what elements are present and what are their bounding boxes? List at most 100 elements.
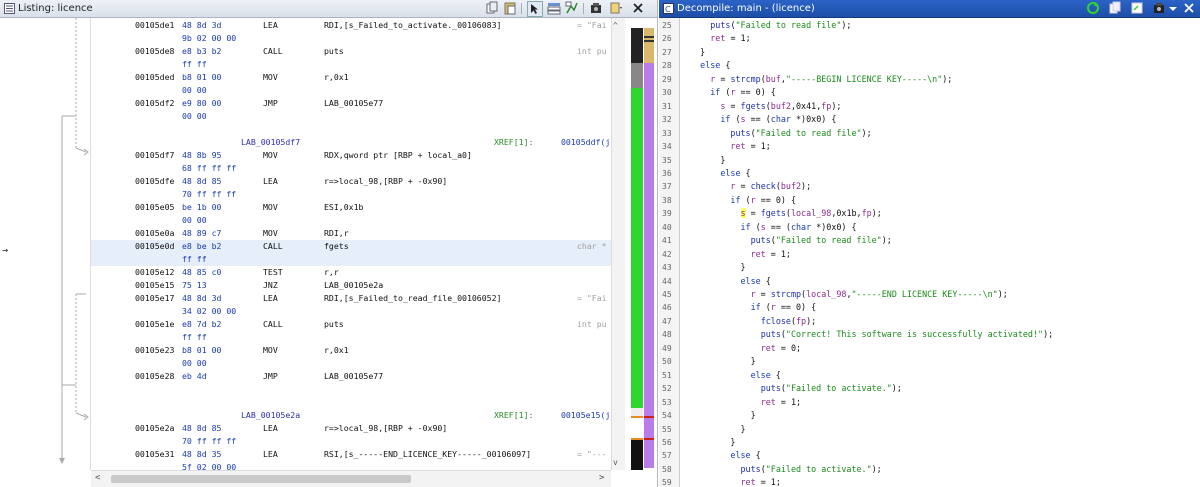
decompile-line[interactable]: r = strcmp(local_98,"-----END LICENCE KE…: [680, 288, 1008, 301]
scroll-up-icon[interactable]: ^: [613, 21, 618, 30]
decompile-line[interactable]: }: [680, 261, 746, 274]
decompile-line[interactable]: puts("Failed to read file");: [680, 234, 892, 247]
decompile-line[interactable]: if (s == (char *)0x0) {: [680, 113, 836, 126]
export-icon[interactable]: [1130, 1, 1144, 15]
listing-row[interactable]: ff ff: [91, 253, 611, 266]
listing-row[interactable]: 00105e1e e8 7d b2 CALL puts int pu: [91, 318, 611, 331]
listing-row[interactable]: 34 02 00 00: [91, 305, 611, 318]
listing-horizontal-scrollbar[interactable]: < >: [91, 470, 611, 487]
decompile-line[interactable]: else {: [680, 275, 771, 288]
decompile-line[interactable]: ret = 1;: [680, 476, 781, 487]
horizontal-scroll-thumb[interactable]: [111, 475, 411, 483]
decompile-line[interactable]: else {: [680, 369, 781, 382]
listing-vertical-scrollbar[interactable]: ^ v: [611, 18, 625, 470]
listing-row[interactable]: 00105e15 75 13 JNZ LAB_00105e2a: [91, 279, 611, 292]
listing-row[interactable]: 00105ded b8 01 00 MOV r,0x1: [91, 71, 611, 84]
decompile-line[interactable]: if (s == (char *)0x0) {: [680, 221, 857, 234]
decompile-code-area[interactable]: puts("Failed to read file"); ret = 1; } …: [680, 18, 1200, 487]
listing-row[interactable]: 00105e05 be 1b 00 MOV ESI,0x1b: [91, 201, 611, 214]
scroll-left-icon[interactable]: <: [95, 473, 100, 483]
decompile-line[interactable]: puts("Failed to activate.");: [680, 463, 882, 476]
decompile-line[interactable]: s = fgets(local_98,0x1b,fp);: [680, 207, 882, 220]
close-icon[interactable]: [631, 1, 645, 15]
instruction-operands: LAB_00105e2a: [324, 280, 384, 290]
diff-icon[interactable]: [547, 1, 561, 15]
decompile-line[interactable]: puts("Failed to read file");: [680, 127, 871, 140]
decompile-line[interactable]: }: [680, 423, 746, 436]
listing-label-row[interactable]: LAB_00105e2a XREF[1]: 00105e15(j: [91, 409, 611, 422]
close-icon[interactable]: [1182, 1, 1196, 15]
decompile-line[interactable]: ret = 1;: [680, 140, 770, 153]
copy-icon[interactable]: [1108, 1, 1122, 15]
listing-row[interactable]: [91, 396, 611, 409]
more-icon[interactable]: [609, 1, 623, 15]
flow-icon[interactable]: [565, 1, 579, 15]
listing-row[interactable]: 70 ff ff ff: [91, 188, 611, 201]
listing-row[interactable]: 00105e23 b8 01 00 MOV r,0x1: [91, 344, 611, 357]
menu-icon[interactable]: [1166, 1, 1180, 15]
decompile-line[interactable]: if (r == 0) {: [680, 86, 776, 99]
cursor-icon[interactable]: [527, 1, 543, 17]
snapshot-icon[interactable]: [1152, 1, 1166, 15]
decompile-line[interactable]: if (r == 0) {: [680, 301, 817, 314]
listing-row[interactable]: 00 00: [91, 84, 611, 97]
listing-row[interactable]: 00105dfe 48 8d 85 LEA r=>local_98,[RBP + -0…: [91, 175, 611, 188]
decompile-line[interactable]: if (r == 0) {: [680, 194, 796, 207]
instruction-address: 00105ded: [135, 72, 175, 82]
decompile-line[interactable]: else {: [680, 167, 750, 180]
listing-row[interactable]: 00105df7 48 8b 95 MOV RDX,qword ptr [RBP + …: [91, 149, 611, 162]
listing-row[interactable]: ff ff: [91, 331, 611, 344]
decompile-line[interactable]: ret = 0;: [680, 342, 801, 355]
decompile-line[interactable]: }: [680, 154, 725, 167]
scroll-down-icon[interactable]: v: [613, 458, 618, 467]
decompile-line[interactable]: r = strcmp(buf,"-----BEGIN LICENCE KEY--…: [680, 73, 952, 86]
listing-row[interactable]: 00105e31 48 8d 35 LEA RSI,[s_-----END_LICEN…: [91, 448, 611, 461]
listing-row[interactable]: 00105e17 48 8d 3d LEA RDI,[s_Failed_to_read…: [91, 292, 611, 305]
decompile-line[interactable]: }: [680, 436, 735, 449]
listing-row[interactable]: 00105de8 e8 b3 b2 CALL puts int pu: [91, 45, 611, 58]
eol-comment: = "---: [577, 449, 607, 459]
decompile-line[interactable]: }: [680, 355, 756, 368]
decompile-line[interactable]: }: [680, 46, 705, 59]
listing-label-row[interactable]: LAB_00105df7 XREF[1]: 00105ddf(j: [91, 136, 611, 149]
decompile-line[interactable]: ret = 1;: [680, 248, 791, 261]
listing-code-area[interactable]: 00105de1 48 8d 3d LEA RDI,[s_Failed_to_acti…: [91, 18, 611, 470]
listing-row[interactable]: 9b 02 00 00: [91, 32, 611, 45]
listing-row[interactable]: 00105e28 eb 4d JMP LAB_00105e77: [91, 370, 611, 383]
decompile-line[interactable]: else {: [680, 59, 730, 72]
instruction-mnemonic: MOV: [263, 345, 278, 355]
listing-row[interactable]: 00 00: [91, 110, 611, 123]
decompile-line[interactable]: r = check(buf2);: [680, 180, 811, 193]
copy-icon[interactable]: [485, 1, 499, 15]
listing-row[interactable]: [91, 123, 611, 136]
listing-row[interactable]: 00105e12 48 85 c0 TEST r,r: [91, 266, 611, 279]
listing-row[interactable]: 00105e2a 48 8d 85 LEA r=>local_98,[RBP + -0…: [91, 422, 611, 435]
listing-row[interactable]: 00105df2 e9 80 00 JMP LAB_00105e77: [91, 97, 611, 110]
listing-row[interactable]: 68 ff ff ff: [91, 162, 611, 175]
decompile-line[interactable]: puts("Failed to activate.");: [680, 382, 902, 395]
listing-row[interactable]: 00105e0a 48 89 c7 MOV RDI,r: [91, 227, 611, 240]
listing-overview-bar[interactable]: [625, 18, 656, 470]
decompile-line[interactable]: fclose(fp);: [680, 315, 817, 328]
listing-row[interactable]: 00105de1 48 8d 3d LEA RDI,[s_Failed_to_acti…: [91, 19, 611, 32]
listing-row[interactable]: 00 00: [91, 357, 611, 370]
decompile-line[interactable]: puts("Failed to read file");: [680, 19, 851, 32]
listing-row[interactable]: 5f 02 00 00: [91, 461, 611, 470]
instruction-bytes: 34 02 00 00: [182, 306, 237, 316]
paste-icon[interactable]: [503, 1, 517, 15]
snapshot-icon[interactable]: [589, 1, 603, 15]
decompile-line[interactable]: }: [680, 409, 756, 422]
refresh-icon[interactable]: [1086, 1, 1100, 15]
decompile-line[interactable]: puts("Correct! This software is successf…: [680, 328, 1053, 341]
listing-row[interactable]: 00105e0d e8 be b2 CALL fgets char *: [91, 240, 611, 253]
scroll-right-icon[interactable]: >: [599, 473, 604, 483]
decompile-line[interactable]: ret = 1;: [680, 32, 750, 45]
decompile-line[interactable]: else {: [680, 449, 760, 462]
listing-row[interactable]: 00 00: [91, 214, 611, 227]
listing-row[interactable]: 70 ff ff ff: [91, 435, 611, 448]
listing-row[interactable]: ff ff: [91, 58, 611, 71]
decompile-line[interactable]: ret = 1;: [680, 396, 801, 409]
instruction-address: 00105e1e: [135, 319, 175, 329]
listing-row[interactable]: [91, 383, 611, 396]
decompile-line[interactable]: s = fgets(buf2,0x41,fp);: [680, 100, 841, 113]
